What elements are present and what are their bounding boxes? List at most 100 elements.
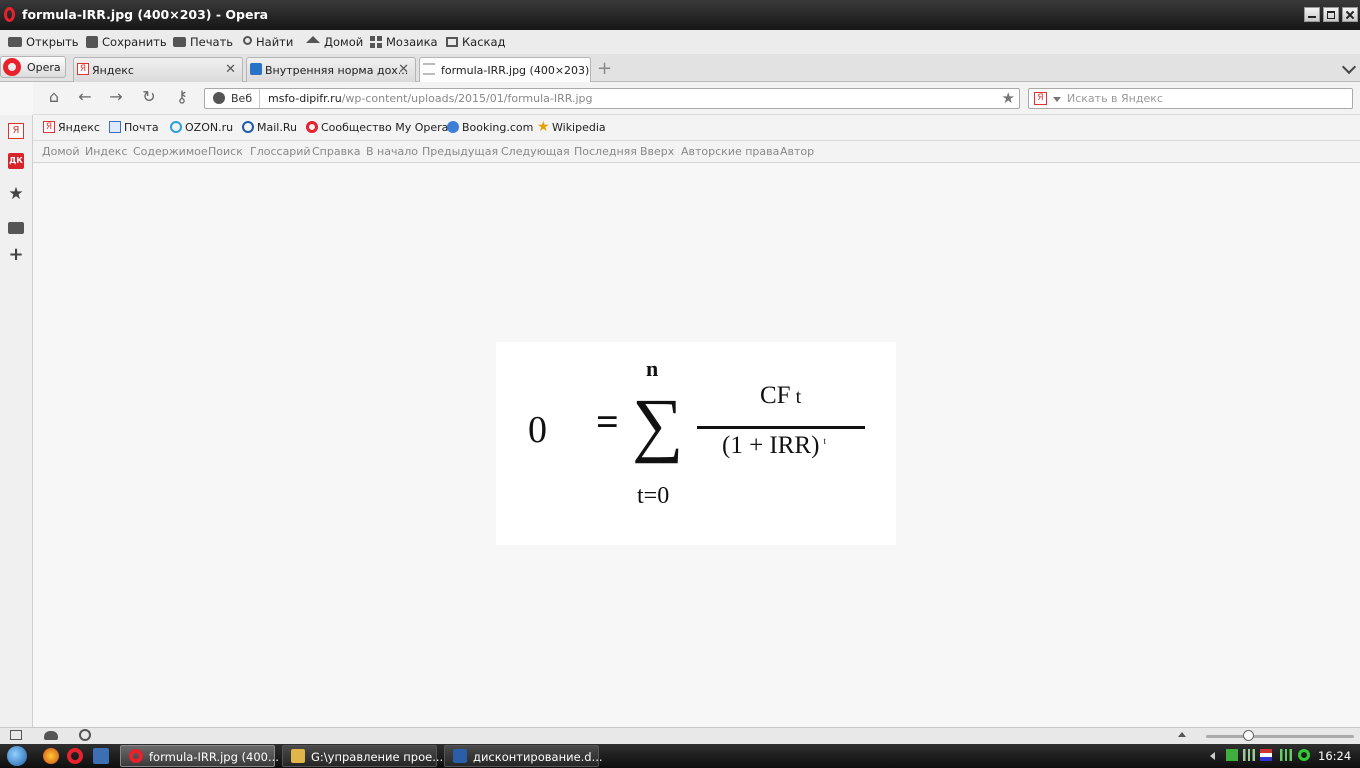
tab-irr-article[interactable]: Внутренняя норма дох... ✕ [246, 57, 416, 82]
bookmark-label: Wikipedia [552, 121, 606, 134]
bookmark-label: Mail.Ru [257, 121, 297, 134]
zoom-slider[interactable] [1206, 735, 1354, 738]
home-icon[interactable]: ⌂ [45, 88, 63, 106]
bookmark-my-opera[interactable]: Сообщество My Opera [306, 121, 448, 134]
yandex-search-icon[interactable]: Я [1034, 92, 1047, 105]
navlink-next[interactable]: Следующая [501, 145, 570, 158]
navlink-index[interactable]: Индекс [85, 145, 128, 158]
zoom-slider-handle[interactable] [1243, 730, 1254, 741]
status-circle-icon[interactable] [1298, 749, 1310, 761]
bookmark-mailru[interactable]: Mail.Ru [242, 121, 297, 134]
close-tab-icon[interactable]: ✕ [398, 62, 409, 77]
new-tab-icon[interactable]: + [597, 58, 612, 79]
formula-numerator: CF t [760, 382, 801, 410]
search-placeholder: Искать в Яндекс [1067, 92, 1163, 105]
tab-label: Внутренняя норма дох... [265, 64, 409, 77]
opera-icon [306, 121, 318, 133]
booking-icon [447, 121, 459, 133]
navlink-copyright[interactable]: Авторские права [681, 145, 779, 158]
formula-lhs: 0 [528, 409, 547, 451]
navlink-previous[interactable]: Предыдущая [422, 145, 498, 158]
menu-home-label: Домой [324, 35, 364, 49]
add-panel-icon[interactable]: + [8, 246, 24, 264]
tab-formula-image[interactable]: formula-IRR.jpg (400×203) [419, 57, 591, 83]
opera-icon[interactable] [67, 748, 83, 764]
word-document-icon [453, 749, 467, 763]
bookmark-star-icon[interactable]: ★ [1002, 89, 1015, 107]
tab-yandex[interactable]: Я Яндекс ✕ [73, 57, 243, 82]
close-button[interactable] [1342, 7, 1358, 22]
chevron-up-icon[interactable] [1178, 732, 1186, 737]
navlink-contents[interactable]: Содержимое [133, 145, 208, 158]
tab-label: formula-IRR.jpg (400×203) [441, 64, 590, 77]
address-field[interactable]: Веб msfo-dipifr.ru/wp-content/uploads/20… [204, 88, 1020, 109]
start-button[interactable] [7, 746, 27, 766]
clock[interactable]: 16:24 [1318, 749, 1351, 763]
search-input[interactable]: Я Искать в Яндекс [1028, 88, 1353, 109]
taskbar-button-opera[interactable]: formula-IRR.jpg (400... [120, 745, 279, 767]
speed-dial-icon[interactable] [79, 729, 91, 741]
bookmark-label: OZON.ru [185, 121, 234, 134]
bookmark-ozon[interactable]: OZON.ru [170, 121, 233, 134]
menu-print[interactable]: Печать [173, 30, 233, 54]
web-security-badge[interactable]: Веб [205, 89, 260, 108]
formula-numerator-subscript: t [795, 386, 802, 408]
tile-icon [370, 35, 382, 48]
taskbar-button-explorer[interactable]: G:\управление прое... [282, 745, 443, 767]
forward-icon[interactable]: → [107, 88, 125, 106]
bookmarks-star-icon[interactable]: ★ [8, 186, 24, 203]
opera-menu-button[interactable]: Opera [0, 56, 66, 78]
formula-sigma: ∑ [632, 384, 684, 464]
menu-cascade[interactable]: Каскад [446, 30, 505, 54]
minimize-button[interactable] [1304, 7, 1320, 22]
panel-icon[interactable] [8, 222, 24, 234]
opera-menu-label: Opera [27, 61, 61, 74]
navlink-up[interactable]: Вверх [640, 145, 674, 158]
language-flag-icon[interactable] [1260, 749, 1272, 761]
back-icon[interactable]: ← [76, 88, 94, 106]
firefox-icon[interactable] [43, 748, 59, 764]
maximize-button[interactable] [1323, 7, 1339, 22]
cloud-icon[interactable] [44, 731, 58, 740]
tab-label: Яндекс [92, 64, 134, 77]
navlink-first[interactable]: В начало [366, 145, 418, 158]
formula-cf: CF [760, 382, 791, 409]
menu-open-label: Открыть [26, 35, 79, 49]
signal-icon[interactable] [1243, 749, 1255, 761]
reload-icon[interactable]: ↻ [140, 88, 158, 106]
ozon-icon [170, 121, 182, 133]
status-bar [0, 727, 1360, 744]
navlink-home[interactable]: Домой [42, 145, 80, 158]
side-panel: Я ДК ★ + [0, 115, 33, 727]
navlink-glossary[interactable]: Глоссарий [250, 145, 311, 158]
dk-panel-icon[interactable]: ДК [8, 153, 24, 169]
desktop-icon[interactable] [93, 748, 109, 764]
menu-open[interactable]: Открыть [8, 30, 79, 54]
menu-find[interactable]: Найти [243, 30, 293, 54]
menu-home[interactable]: Домой [306, 30, 363, 54]
tray-expand-icon[interactable] [1210, 752, 1215, 760]
bookmark-mail[interactable]: Почта [109, 121, 159, 134]
opera-logo-icon [4, 7, 15, 22]
taskbar-button-word[interactable]: дисконтирование.d... [444, 745, 603, 767]
network-icon[interactable] [1280, 749, 1292, 761]
navlink-search[interactable]: Поиск [208, 145, 243, 158]
navlink-last[interactable]: Последняя [574, 145, 637, 158]
navlink-author[interactable]: Автор [780, 145, 814, 158]
yandex-panel-icon[interactable]: Я [8, 123, 24, 139]
url-host: msfo-dipifr.ru [268, 92, 342, 105]
bookmark-label: Сообщество My Opera [321, 121, 449, 134]
key-icon[interactable]: ⚷ [171, 88, 193, 106]
menu-tile[interactable]: Мозаика [370, 30, 438, 54]
bookmark-wikipedia[interactable]: ★ Wikipedia [537, 120, 606, 134]
chevron-down-icon[interactable] [1053, 97, 1061, 102]
close-tab-icon[interactable]: ✕ [225, 62, 236, 77]
navlink-help[interactable]: Справка [312, 145, 360, 158]
menu-save[interactable]: Сохранить [86, 30, 167, 54]
url-text[interactable]: msfo-dipifr.ru/wp-content/uploads/2015/0… [268, 92, 593, 105]
bookmark-yandex[interactable]: Я Яндекс [43, 121, 100, 134]
download-icon[interactable] [1226, 749, 1238, 761]
taskbar-button-label: дисконтирование.d... [473, 750, 603, 764]
panel-toggle-icon[interactable] [10, 730, 22, 740]
bookmark-booking[interactable]: Booking.com [447, 121, 533, 134]
